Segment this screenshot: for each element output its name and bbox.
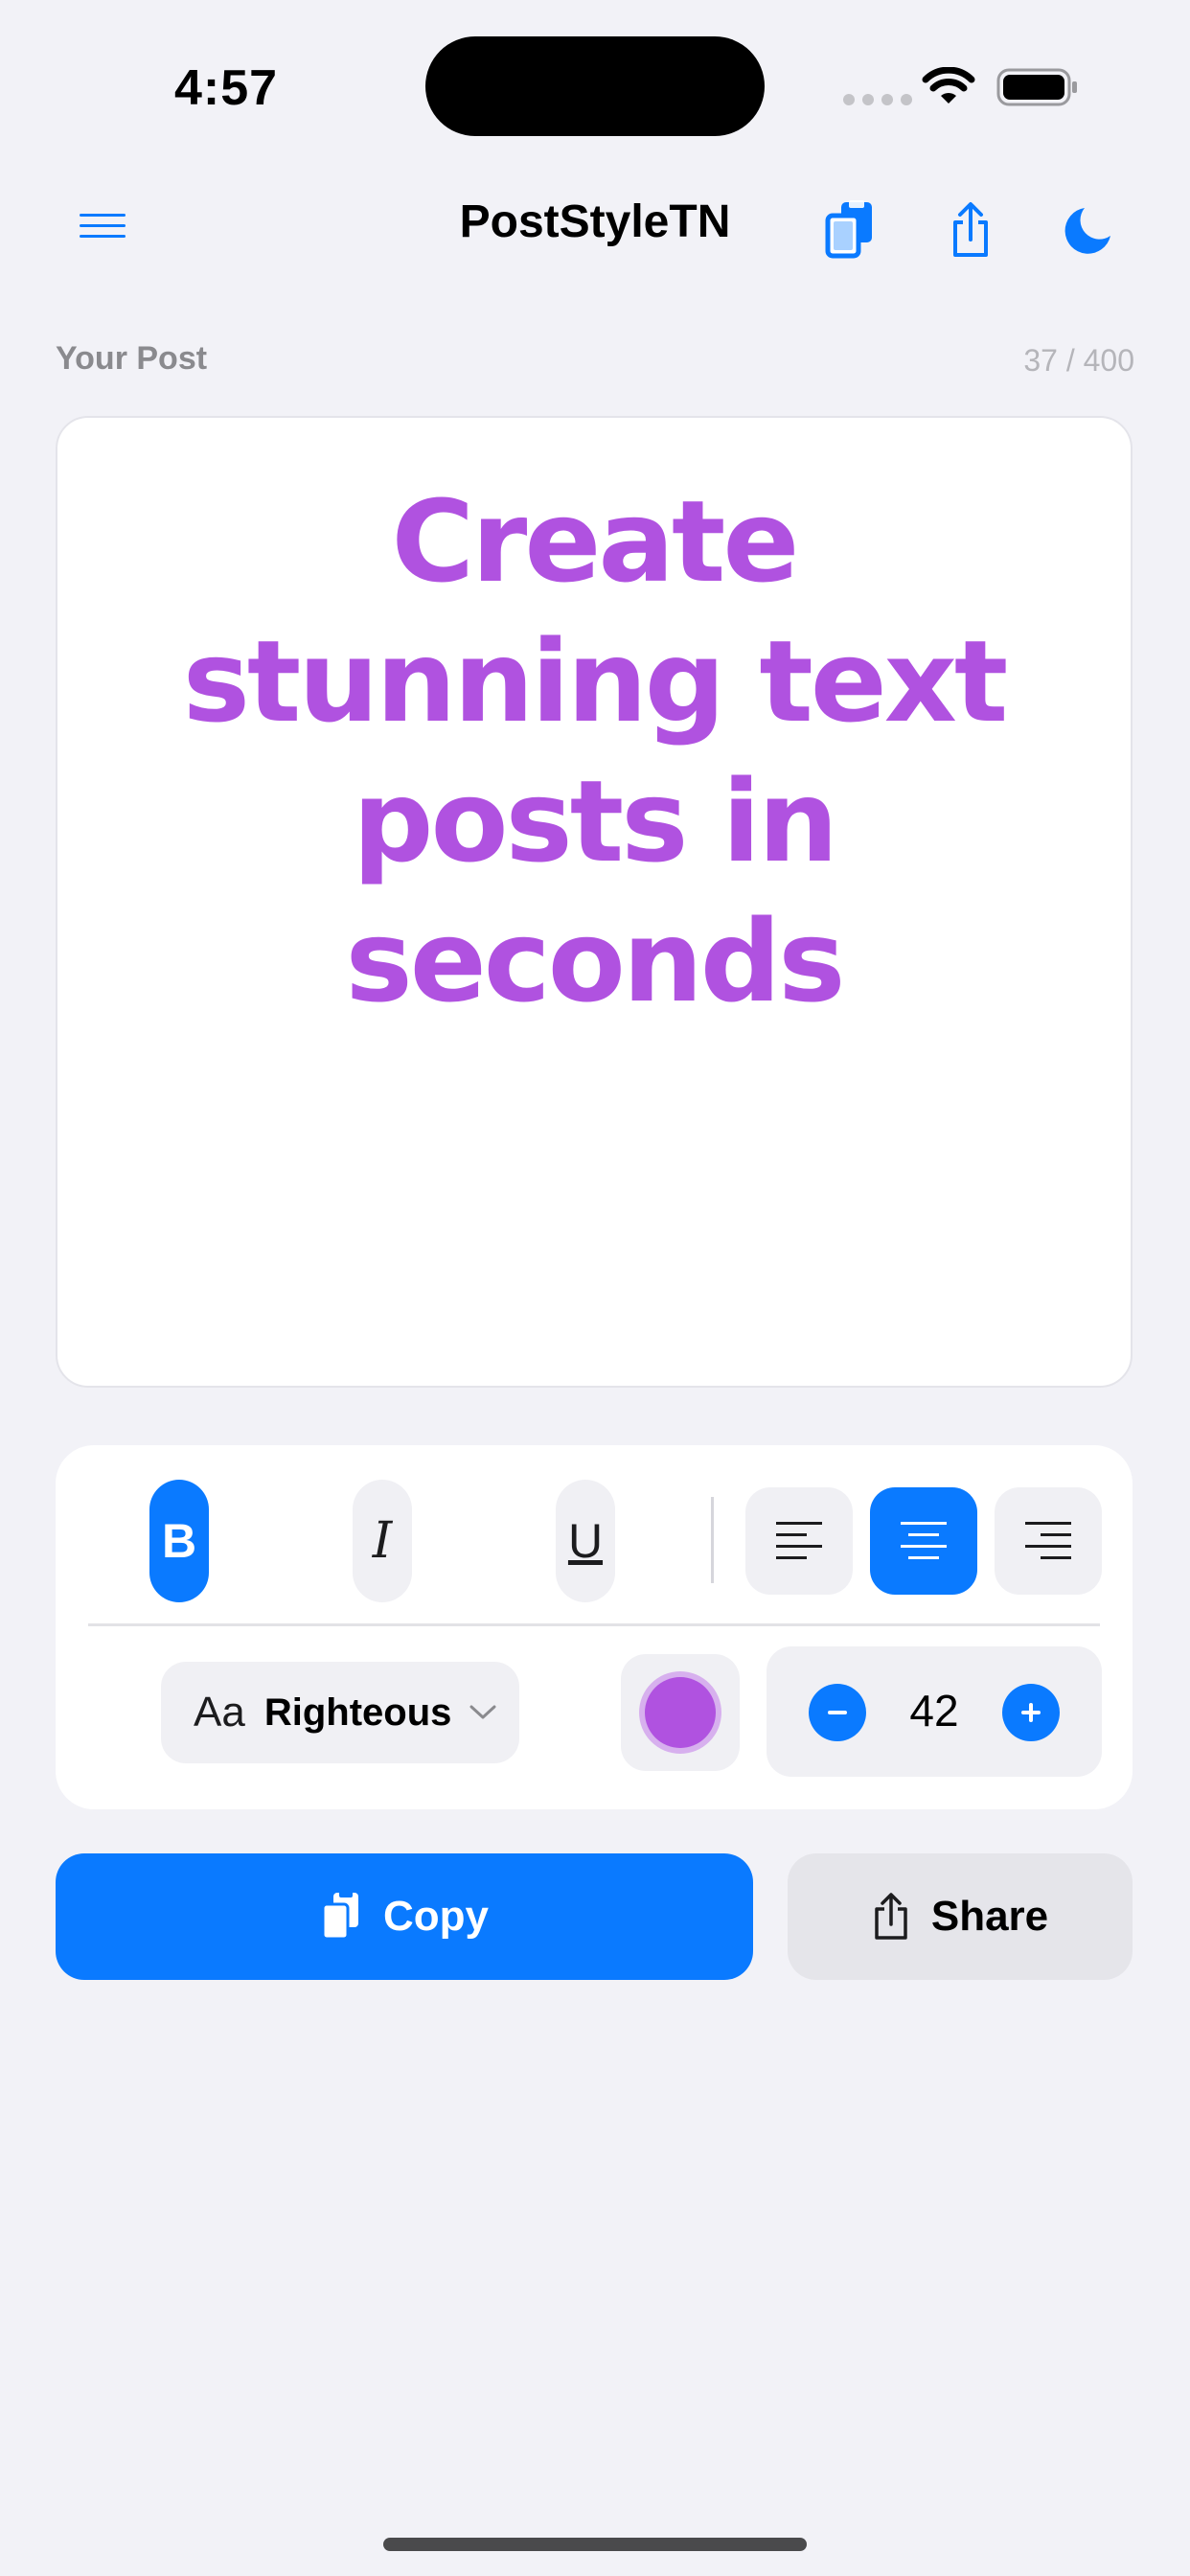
font-size-stepper: 42 [767,1646,1102,1777]
color-picker-button[interactable] [621,1654,740,1771]
share-button-label: Share [930,1893,1049,1940]
menu-icon [80,214,126,238]
home-indicator[interactable] [383,2538,807,2551]
font-name: Righteous [263,1690,452,1734]
divider [88,1623,1100,1626]
menu-button[interactable] [67,197,138,255]
signal-icon [843,94,912,105]
align-left-icon [776,1522,822,1559]
divider [711,1497,714,1583]
share-icon [875,1893,907,1940]
share-nav-button[interactable] [937,192,1004,268]
page-title: PostStyleTN [459,196,731,247]
copy-icon [825,200,872,259]
decrease-size-button[interactable] [809,1684,866,1741]
font-aa-icon: Aa [194,1689,245,1736]
wifi-icon [922,67,975,104]
char-count: 37 / 400 [1023,343,1134,378]
share-icon [953,202,988,257]
dynamic-island [425,36,765,136]
post-text[interactable]: Create stunning text posts in seconds [134,472,1054,1031]
chevron-down-icon [469,1705,496,1719]
format-panel: B I U Aa Righteous 42 [56,1445,1133,1809]
plus-icon [1021,1703,1041,1722]
italic-button[interactable]: I [353,1480,412,1602]
dark-mode-button[interactable] [1054,196,1123,264]
font-picker[interactable]: Aa Righteous [161,1662,519,1763]
bold-button[interactable]: B [149,1480,209,1602]
copy-button-label: Copy [383,1893,489,1940]
align-right-icon [1025,1522,1071,1559]
moon-icon [1064,208,1110,254]
align-center-button[interactable] [870,1487,977,1595]
align-left-button[interactable] [745,1487,853,1595]
align-right-button[interactable] [995,1487,1102,1595]
increase-size-button[interactable] [1002,1684,1060,1741]
battery-icon [996,68,1077,106]
share-button[interactable]: Share [788,1853,1133,1980]
status-time: 4:57 [174,60,279,116]
underline-button[interactable]: U [556,1480,615,1602]
align-center-icon [901,1522,947,1559]
minus-icon [828,1711,847,1714]
copy-icon [321,1891,358,1941]
color-swatch [645,1677,716,1748]
post-editor[interactable]: Create stunning text posts in seconds [56,416,1133,1388]
copy-button[interactable]: Copy [56,1853,753,1980]
copy-nav-button[interactable] [816,192,883,268]
font-size-value: 42 [909,1686,959,1736]
section-label: Your Post [56,340,208,377]
